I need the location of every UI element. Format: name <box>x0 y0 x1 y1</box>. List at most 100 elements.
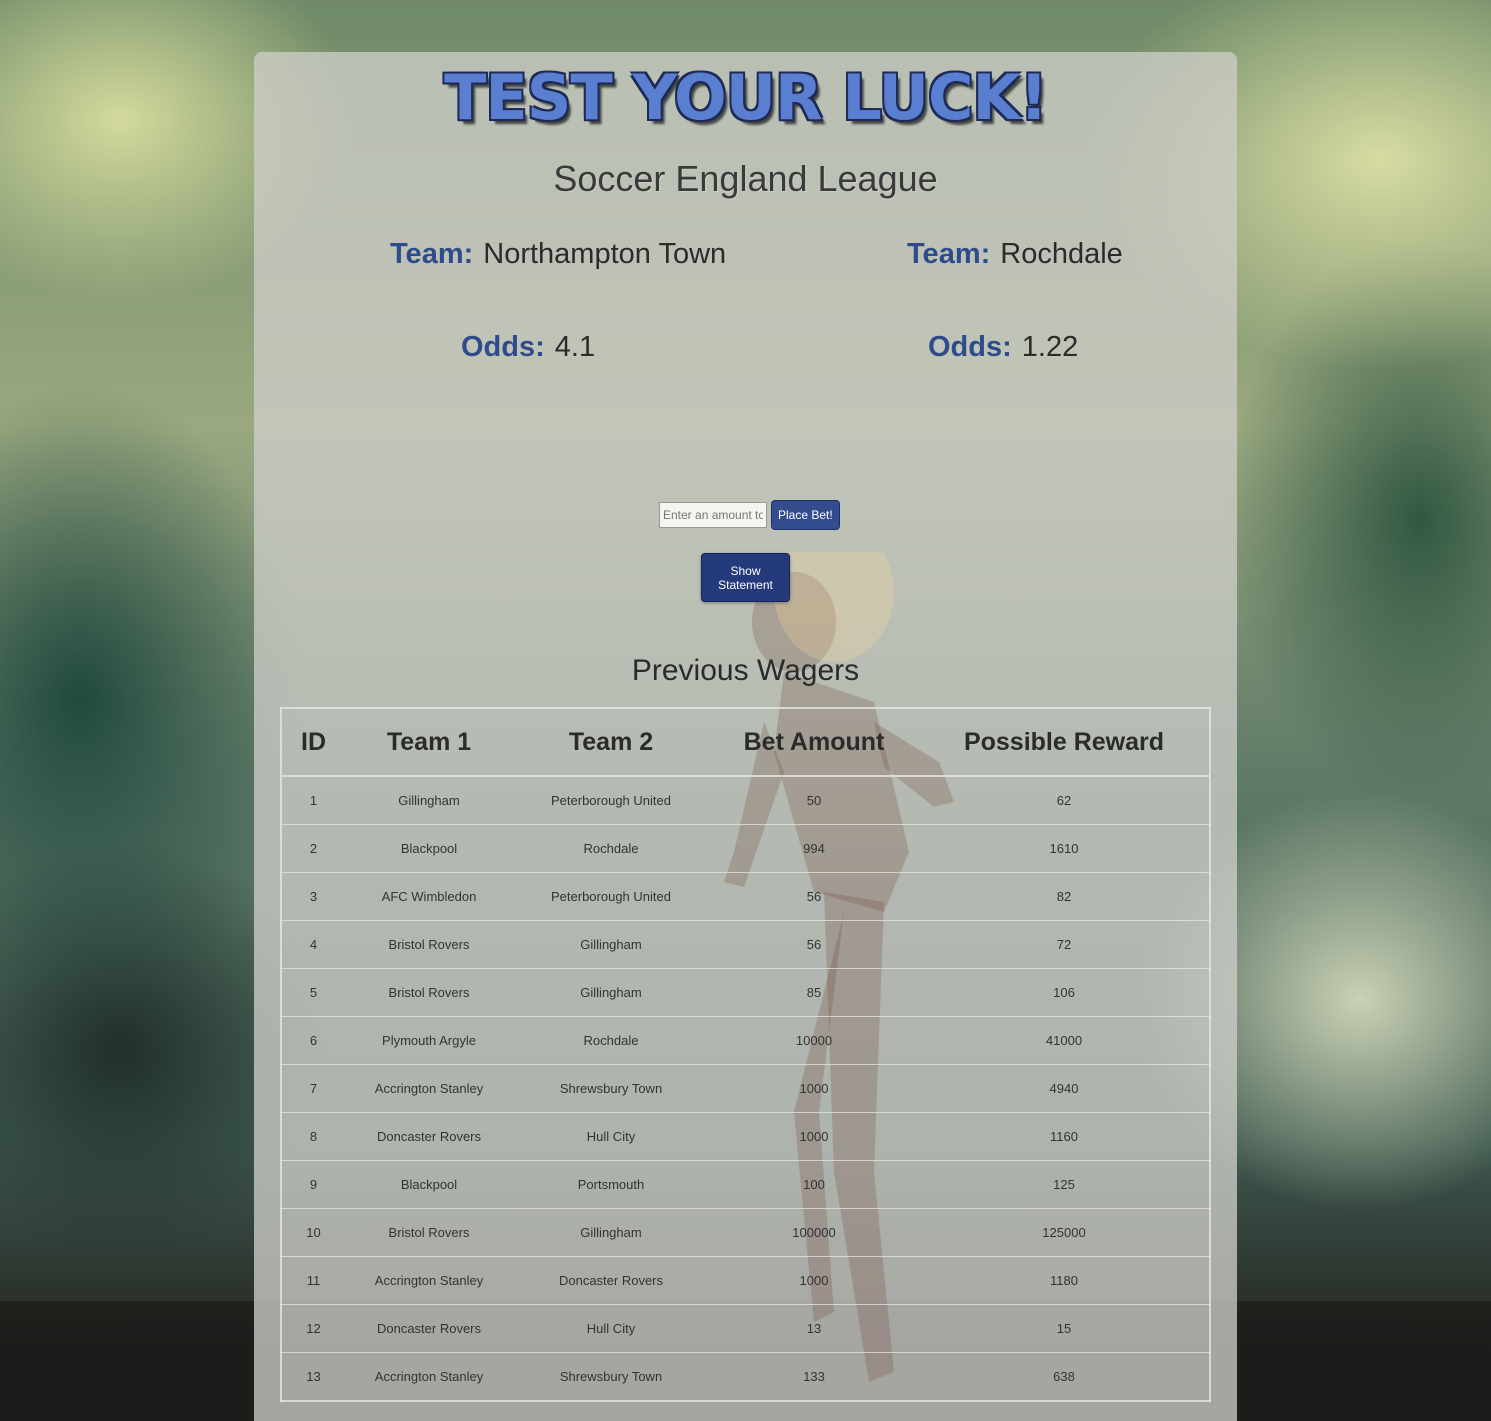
cell-possible-reward: 4940 <box>919 1064 1210 1113</box>
cell-id: 4 <box>281 920 345 969</box>
cell-team2: Hull City <box>513 1112 709 1161</box>
table-row: 10 Bristol Rovers Gillingham 100000 125000 <box>281 1208 1210 1257</box>
column-header: Team 1 <box>345 708 513 777</box>
cell-team1: Accrington Stanley <box>345 1352 513 1401</box>
team2-odds-value: 1.22 <box>1021 331 1079 363</box>
cell-bet-amount: 1000 <box>709 1112 919 1161</box>
cell-id: 5 <box>281 968 345 1017</box>
cell-possible-reward: 1610 <box>919 824 1210 873</box>
cell-team1: Doncaster Rovers <box>345 1304 513 1353</box>
column-header: Team 2 <box>513 708 709 777</box>
table-row: 12 Doncaster Rovers Hull City 13 15 <box>281 1304 1210 1353</box>
cell-possible-reward: 62 <box>919 775 1210 825</box>
cell-possible-reward: 72 <box>919 920 1210 969</box>
previous-wagers-title: Previous Wagers <box>631 654 860 687</box>
team1-info: Team: Northampton Town <box>390 238 726 271</box>
cell-team2: Shrewsbury Town <box>513 1352 709 1401</box>
cell-team1: Accrington Stanley <box>345 1064 513 1113</box>
column-header: Bet Amount <box>709 708 919 777</box>
column-header: ID <box>281 708 345 777</box>
cell-possible-reward: 106 <box>919 968 1210 1017</box>
cell-id: 9 <box>281 1160 345 1209</box>
cell-team2: Rochdale <box>513 1016 709 1065</box>
show-statement-button[interactable]: Show Statement <box>701 553 790 602</box>
team1-odds-label: Odds: <box>461 331 545 363</box>
team1-label: Team: <box>390 238 474 270</box>
cell-bet-amount: 994 <box>709 824 919 873</box>
cell-team1: Accrington Stanley <box>345 1256 513 1305</box>
cell-team2: Gillingham <box>513 1208 709 1257</box>
table-row: 6 Plymouth Argyle Rochdale 10000 41000 <box>281 1016 1210 1065</box>
cell-team1: Bristol Rovers <box>345 1208 513 1257</box>
table-row: 8 Doncaster Rovers Hull City 1000 1160 <box>281 1112 1210 1161</box>
cell-bet-amount: 100000 <box>709 1208 919 1257</box>
wagers-table: ID Team 1 Team 2 Bet Amount Possible Rew… <box>280 707 1211 1402</box>
cell-team1: Gillingham <box>345 775 513 825</box>
column-header: Possible Reward <box>919 708 1210 777</box>
cell-team1: AFC Wimbledon <box>345 872 513 921</box>
team1-name: Northampton Town <box>483 238 727 270</box>
team2-name: Rochdale <box>1000 238 1123 270</box>
team2-info: Team: Rochdale <box>907 238 1123 271</box>
table-row: 5 Bristol Rovers Gillingham 85 106 <box>281 968 1210 1017</box>
cell-team2: Portsmouth <box>513 1160 709 1209</box>
cell-possible-reward: 125000 <box>919 1208 1210 1257</box>
cell-bet-amount: 100 <box>709 1160 919 1209</box>
cell-bet-amount: 1000 <box>709 1256 919 1305</box>
cell-bet-amount: 133 <box>709 1352 919 1401</box>
team2-label: Team: <box>907 238 991 270</box>
logo-title: Test Your Luck! <box>444 61 1048 134</box>
bet-amount-input[interactable] <box>659 502 767 528</box>
cell-id: 1 <box>281 775 345 825</box>
main-panel: Test Your Luck! Soccer England League Te… <box>254 52 1237 1421</box>
cell-team1: Plymouth Argyle <box>345 1016 513 1065</box>
table-row: 1 Gillingham Peterborough United 50 62 <box>281 775 1210 825</box>
table-row: 13 Accrington Stanley Shrewsbury Town 133 63… <box>281 1352 1210 1401</box>
cell-possible-reward: 1160 <box>919 1112 1210 1161</box>
cell-team1: Bristol Rovers <box>345 968 513 1017</box>
cell-bet-amount: 13 <box>709 1304 919 1353</box>
cell-id: 11 <box>281 1256 345 1305</box>
team2-odds: Odds: 1.22 <box>928 331 1078 364</box>
league-title: Soccer England League <box>553 158 938 199</box>
team1-odds-value: 4.1 <box>554 331 596 363</box>
cell-team2: Peterborough United <box>513 872 709 921</box>
cell-possible-reward: 41000 <box>919 1016 1210 1065</box>
cell-id: 6 <box>281 1016 345 1065</box>
cell-possible-reward: 82 <box>919 872 1210 921</box>
table-row: 7 Accrington Stanley Shrewsbury Town 1000 49… <box>281 1064 1210 1113</box>
cell-team1: Blackpool <box>345 1160 513 1209</box>
cell-team1: Doncaster Rovers <box>345 1112 513 1161</box>
cell-possible-reward: 1180 <box>919 1256 1210 1305</box>
table-header-row: ID Team 1 Team 2 Bet Amount Possible Rew… <box>281 708 1210 777</box>
cell-team2: Peterborough United <box>513 775 709 825</box>
cell-possible-reward: 15 <box>919 1304 1210 1353</box>
cell-team2: Hull City <box>513 1304 709 1353</box>
cell-id: 12 <box>281 1304 345 1353</box>
cell-bet-amount: 56 <box>709 920 919 969</box>
table-row: 4 Bristol Rovers Gillingham 56 72 <box>281 920 1210 969</box>
wagers-table-body: 1 Gillingham Peterborough United 50 62 2 Black… <box>281 775 1210 1401</box>
cell-team2: Gillingham <box>513 920 709 969</box>
cell-bet-amount: 56 <box>709 872 919 921</box>
place-bet-button[interactable]: Place Bet! <box>771 500 840 530</box>
team1-odds: Odds: 4.1 <box>461 331 595 364</box>
cell-id: 7 <box>281 1064 345 1113</box>
cell-team1: Blackpool <box>345 824 513 873</box>
cell-bet-amount: 50 <box>709 775 919 825</box>
cell-id: 8 <box>281 1112 345 1161</box>
cell-team2: Shrewsbury Town <box>513 1064 709 1113</box>
table-row: 9 Blackpool Portsmouth 100 125 <box>281 1160 1210 1209</box>
cell-possible-reward: 125 <box>919 1160 1210 1209</box>
cell-id: 2 <box>281 824 345 873</box>
cell-team2: Rochdale <box>513 824 709 873</box>
bet-form: Place Bet! <box>659 500 840 530</box>
cell-id: 10 <box>281 1208 345 1257</box>
cell-id: 3 <box>281 872 345 921</box>
team2-odds-label: Odds: <box>928 331 1012 363</box>
cell-team2: Doncaster Rovers <box>513 1256 709 1305</box>
cell-bet-amount: 85 <box>709 968 919 1017</box>
table-row: 2 Blackpool Rochdale 994 1610 <box>281 824 1210 873</box>
cell-bet-amount: 1000 <box>709 1064 919 1113</box>
table-row: 11 Accrington Stanley Doncaster Rovers 1000… <box>281 1256 1210 1305</box>
